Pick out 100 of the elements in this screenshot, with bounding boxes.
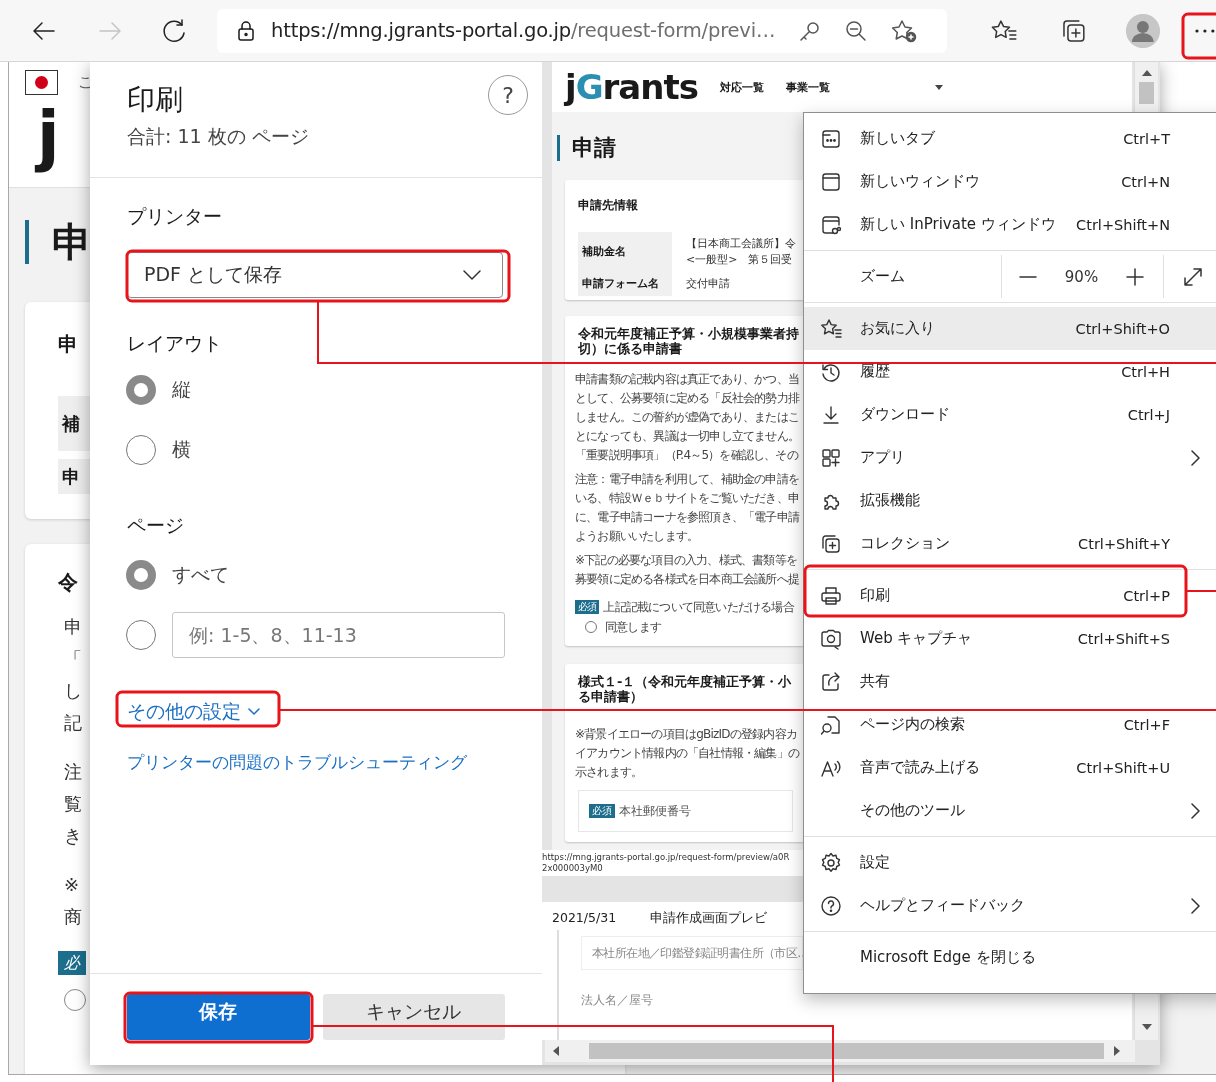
card-title: 申 — [58, 332, 78, 356]
more-settings-link[interactable]: その他の設定 — [127, 696, 261, 726]
section-label: ページ — [127, 513, 185, 538]
body-text: イアカウント情報内の「自社情報・編集」の — [575, 745, 799, 762]
scroll-down-icon[interactable] — [1141, 1024, 1152, 1030]
dialog-title: 印刷 — [127, 82, 184, 118]
page-heading: 申 — [52, 222, 92, 262]
scroll-right-icon[interactable] — [1114, 1046, 1120, 1056]
menu-item[interactable]: 拡張機能 — [804, 479, 1216, 522]
body-text: 「 — [64, 647, 82, 671]
menu-item[interactable]: Microsoft Edge を閉じる — [804, 936, 1216, 979]
annotation-frame — [1181, 12, 1216, 60]
favorites-icon[interactable] — [990, 18, 1017, 43]
zoom-out-icon[interactable] — [845, 19, 868, 42]
page-count: 合計: 11 枚の ページ — [127, 124, 309, 149]
menu-item[interactable]: お気に入り Ctrl+Shift+O — [804, 307, 1216, 350]
collections-icon[interactable] — [1060, 17, 1087, 44]
menu-item[interactable]: コレクション Ctrl+Shift+Y — [804, 522, 1216, 565]
card-title: 令和元年度補正予算・小規模事業者持 — [578, 326, 799, 341]
body-text: き — [64, 824, 82, 848]
body-text: 記 — [64, 711, 82, 735]
table-value: 【日本商工会議所】令 — [686, 236, 796, 252]
add-favorite-icon[interactable] — [891, 18, 918, 43]
menu-item[interactable]: 音声で読み上げる Ctrl+Shift+U — [804, 746, 1216, 789]
body-text: ※ — [64, 873, 80, 897]
printer-icon — [820, 584, 842, 607]
menu-item[interactable]: ページ内の検索 Ctrl+F — [804, 703, 1216, 746]
new-tab-icon — [820, 127, 842, 150]
body-text: とになっても、異議は一切申し立てません。 — [575, 428, 799, 445]
radio-label: すべて — [172, 562, 229, 587]
window-icon — [820, 170, 842, 193]
page-date: 2021/5/31 — [552, 910, 617, 926]
menu-item[interactable]: 共有 — [804, 660, 1216, 703]
menu-item[interactable]: 新しい InPrivate ウィンドウ Ctrl+Shift+N — [804, 203, 1216, 246]
menu-item[interactable]: ダウンロード Ctrl+J — [804, 393, 1216, 436]
menu-item[interactable]: 新しいタブ Ctrl+T — [804, 117, 1216, 160]
body-text: 示されます。 — [575, 764, 643, 781]
shortcut-text: Ctrl+H — [1121, 363, 1170, 380]
leader-line — [1186, 590, 1216, 592]
radio-button[interactable] — [126, 560, 156, 590]
body-text: しません。この誓約が虚偽であり、またはこ — [575, 409, 799, 426]
shortcut-text: Ctrl+Shift+U — [1076, 759, 1170, 776]
flag-icon — [25, 70, 58, 95]
chevron-down-icon — [247, 706, 261, 716]
page-range-field[interactable]: 例: 1-5、8、11-13 — [172, 612, 505, 658]
cancel-button[interactable]: キャンセル — [322, 994, 505, 1040]
table-value: <一般型> 第５回受 — [686, 252, 794, 268]
lock-icon — [237, 19, 256, 42]
camera-icon — [820, 627, 842, 650]
menu-item[interactable]: その他のツール — [804, 789, 1216, 832]
scrollbar-thumb[interactable] — [1139, 82, 1154, 104]
menu-item[interactable]: 新しいウィンドウ Ctrl+N — [804, 160, 1216, 203]
body-text: ※背景イエローの項目はgBizIDの登録内容カ — [575, 726, 797, 743]
zoom-level: 90% — [1064, 267, 1099, 286]
menu-label: ズーム — [859, 267, 906, 286]
settings-icon — [820, 851, 842, 874]
key-icon[interactable] — [799, 19, 822, 42]
card-title: 令 — [58, 570, 78, 594]
card-title: 申請先情報 — [578, 197, 638, 214]
shortcut-text: Ctrl+N — [1121, 173, 1170, 190]
scroll-left-icon[interactable] — [553, 1046, 559, 1056]
body-text: 「重要説明事項」（P.4～5）を確認し、その — [575, 447, 798, 464]
shortcut-text: Ctrl+Shift+S — [1077, 630, 1170, 647]
scrollbar-thumb[interactable] — [589, 1043, 1104, 1059]
zoom-in-icon[interactable] — [1125, 266, 1145, 287]
page-url: https://mng.jgrants-portal.go.jp/request-form/preview/a0R2x000003yM0 — [542, 852, 791, 874]
body-text: 申請書類の記載内容は真正であり、かつ、当 — [575, 371, 799, 388]
body-text: 商 — [64, 905, 82, 929]
fullscreen-icon[interactable] — [1182, 265, 1204, 288]
scroll-up-icon[interactable] — [1141, 70, 1152, 76]
logo: jGrants — [565, 67, 698, 107]
menu-item[interactable]: 印刷 Ctrl+P — [804, 574, 1216, 617]
menu-item[interactable]: Web キャプチャ Ctrl+Shift+S — [804, 617, 1216, 660]
menu-item[interactable]: ヘルプとフィードバック — [804, 884, 1216, 927]
body-text: いる、特設Ｗｅｂサイトをご覧いただき、申 — [575, 490, 799, 507]
menu-item[interactable]: 設定 — [804, 841, 1216, 884]
shortcut-text: Ctrl+J — [1127, 406, 1170, 423]
address-bar[interactable]: https://mng.jgrants-portal.go.jp/request-form/previ… — [217, 8, 947, 53]
required-badge: 必 — [58, 951, 86, 975]
body-text: として、公募要領に定める「反社会的勢力排 — [575, 390, 799, 407]
radio-button[interactable] — [126, 375, 156, 405]
section-label: プリンター — [127, 204, 223, 229]
menu-item[interactable]: 履歴 Ctrl+H — [804, 350, 1216, 393]
shortcut-text: Ctrl+Shift+O — [1075, 320, 1170, 337]
private-window-icon — [820, 213, 842, 236]
required-badge: 必須 — [589, 804, 615, 818]
body-text: し — [64, 679, 82, 703]
share-icon — [820, 670, 842, 693]
body-text: に、電子申請コーナを参照頂き、「電子申請 — [575, 509, 799, 526]
horizontal-scrollbar[interactable] — [545, 1040, 1135, 1062]
save-button[interactable]: 保存 — [127, 994, 310, 1040]
card-title: 切）に係る申請書 — [578, 341, 682, 356]
card-title: 様式１-１（令和元年度補正予算・小 — [578, 674, 792, 689]
field-label: 法人名／屋号 — [581, 992, 653, 1009]
heading-bar — [557, 135, 560, 161]
section-label: レイアウト — [127, 331, 223, 356]
menu-item[interactable]: アプリ — [804, 436, 1216, 479]
required-badge: 必須 — [575, 600, 600, 614]
troubleshoot-link[interactable]: プリンターの問題のトラブルシューティング — [127, 750, 467, 776]
caret-down-icon — [935, 84, 943, 90]
